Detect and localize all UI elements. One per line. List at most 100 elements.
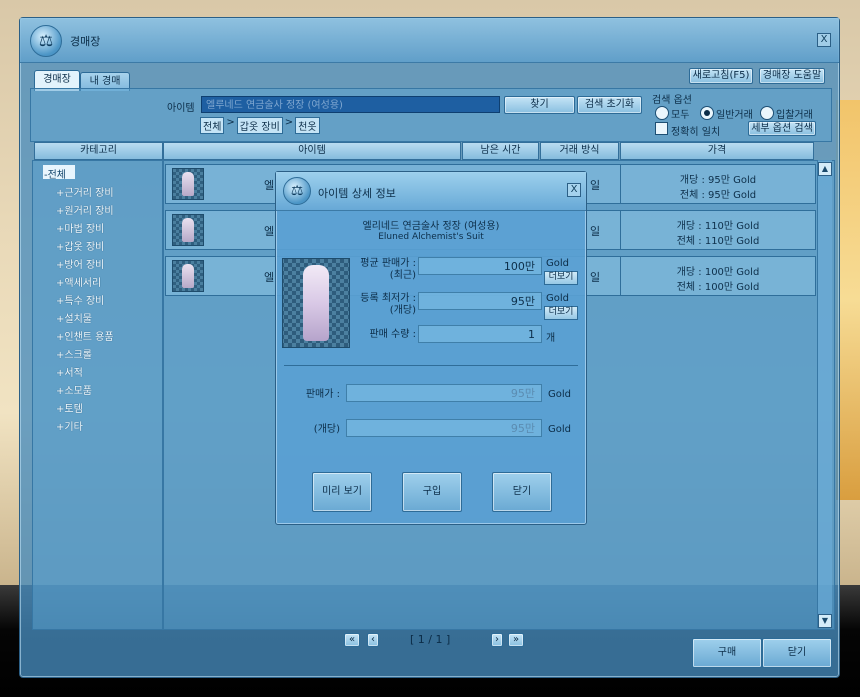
buy-button[interactable]: 구매 <box>692 638 762 668</box>
category-item-armor[interactable]: +갑옷 장비 <box>56 238 104 253</box>
item-thumbnail <box>172 168 204 200</box>
preview-button[interactable]: 미리 보기 <box>312 472 372 512</box>
item-name-kr: 엘리네드 연금술사 정장 (여성용) <box>362 221 500 232</box>
unit-price-field: 95만 <box>346 419 542 437</box>
close-button[interactable]: 닫기 <box>762 638 832 668</box>
row-price-total: 전체 : 100만 Gold <box>676 282 760 293</box>
avg-price-unit: Gold <box>546 258 569 269</box>
row-price-each: 개당 : 100만 Gold <box>676 267 760 278</box>
search-options-title: 검색 옵션 <box>652 95 692 106</box>
modal-close-action-button[interactable]: 닫기 <box>492 472 552 512</box>
avg-price-more-button[interactable]: 더보기 <box>544 271 578 285</box>
page-last-button[interactable]: » <box>508 633 524 647</box>
category-item-etc[interactable]: +기타 <box>56 418 83 433</box>
category-item-install[interactable]: +설치물 <box>56 310 92 325</box>
row-price-total: 전체 : 110만 Gold <box>676 236 760 247</box>
avg-price-label: 평균 판매가 : (최근) <box>352 258 416 282</box>
avg-price-label-line: 평균 판매가 : <box>360 258 416 269</box>
category-item-defense[interactable]: +방어 장비 <box>56 256 104 271</box>
page-first-button[interactable]: « <box>344 633 360 647</box>
window-title: 경매장 <box>70 35 101 48</box>
row-price-cell: 개당 : 110만 Gold 전체 : 110만 Gold <box>620 211 815 249</box>
window-titlebar[interactable]: ⚖ 경매장 X <box>20 18 839 63</box>
category-item-consumable[interactable]: +소모품 <box>56 382 92 397</box>
breadcrumb-sep: > <box>284 117 294 128</box>
row-price-each: 개당 : 110만 Gold <box>676 221 760 232</box>
row-price-each: 개당 : 95만 Gold <box>679 175 757 186</box>
header-trade-type[interactable]: 거래 방식 <box>540 142 619 160</box>
scroll-up-button[interactable]: ▲ <box>818 162 832 176</box>
exact-match-checkbox[interactable] <box>655 122 668 135</box>
purchase-button[interactable]: 구입 <box>402 472 462 512</box>
category-item-accessory[interactable]: +액세서리 <box>56 274 101 289</box>
category-header: 카테고리 <box>34 142 163 160</box>
sale-qty-label: 판매 수량 : <box>369 329 416 340</box>
registered-min-field: 95만 <box>418 292 542 310</box>
avg-price-field: 100만 <box>418 257 542 275</box>
radio-bid-label: 입찰거래 <box>776 110 813 121</box>
header-item[interactable]: 아이템 <box>163 142 461 160</box>
exact-match-label: 정확히 일치 <box>671 127 721 138</box>
suit-figure <box>303 265 329 341</box>
sell-price-unit: Gold <box>548 389 571 400</box>
sale-qty-field: 1 <box>418 325 542 343</box>
search-input[interactable]: 엘루네드 연금술사 정장 (여성용) <box>201 96 500 113</box>
page-next-button[interactable]: › <box>491 633 503 647</box>
breadcrumb-armor[interactable]: 갑옷 장비 <box>236 117 283 134</box>
category-item-ranged[interactable]: +원거리 장비 <box>56 202 114 217</box>
page-prev-button[interactable]: ‹ <box>367 633 379 647</box>
help-button[interactable]: 경매장 도움말 <box>759 68 825 84</box>
refresh-button[interactable]: 새로고침(F5) <box>689 68 753 84</box>
item-image <box>282 258 350 348</box>
modal-divider <box>284 365 578 366</box>
breadcrumb-all[interactable]: 전체 <box>200 117 225 134</box>
unit-price-label: (개당) <box>313 424 340 435</box>
unit-price-unit: Gold <box>548 424 571 435</box>
sale-qty-unit: 개 <box>546 333 556 344</box>
row-trade-type: 일 <box>590 225 601 238</box>
modal-title: 아이템 상세 정보 <box>318 187 396 200</box>
item-name-en: Eluned Alchemist's Suit <box>378 232 484 242</box>
scroll-down-button[interactable]: ▼ <box>818 614 832 628</box>
window-close-button[interactable]: X <box>817 33 831 47</box>
category-item-totem[interactable]: +토템 <box>56 400 83 415</box>
category-item-magic[interactable]: +마법 장비 <box>56 220 104 235</box>
breadcrumb-sep: > <box>226 117 235 128</box>
registered-min-label: 등록 최저가 : (개당) <box>352 293 416 317</box>
radio-general-trade[interactable] <box>700 106 714 120</box>
breadcrumb-cloth[interactable]: 천옷 <box>295 117 320 134</box>
item-detail-modal: ⚖ 아이템 상세 정보 X 엘리네드 연금술사 정장 (여성용) Eluned … <box>275 171 587 525</box>
row-price-total: 전체 : 95만 Gold <box>679 190 757 201</box>
registered-min-more-button[interactable]: 더보기 <box>544 306 578 320</box>
header-time-left[interactable]: 남은 시간 <box>462 142 539 160</box>
radio-bid-trade[interactable] <box>760 106 774 120</box>
category-item-melee[interactable]: +근거리 장비 <box>56 184 114 199</box>
breadcrumb: 전체 > 갑옷 장비 > 천옷 <box>200 117 320 134</box>
detail-search-button[interactable]: 세부 옵션 검색 <box>748 121 816 136</box>
category-item-special[interactable]: +특수 장비 <box>56 292 104 307</box>
scale-icon: ⚖ <box>283 177 311 205</box>
search-label: 아이템 <box>167 103 195 114</box>
reset-search-button[interactable]: 검색 초기화 <box>577 96 642 114</box>
radio-all-label: 모두 <box>671 110 690 121</box>
category-item-scroll[interactable]: +스크롤 <box>56 346 92 361</box>
list-scrollbar[interactable]: ▲ ▼ <box>817 160 832 628</box>
row-price-cell: 개당 : 100만 Gold 전체 : 100만 Gold <box>620 257 815 295</box>
radio-general-label: 일반거래 <box>716 110 753 121</box>
category-item-enchant[interactable]: +인챈트 용품 <box>56 328 114 343</box>
registered-min-unit: Gold <box>546 293 569 304</box>
radio-all[interactable] <box>655 106 669 120</box>
category-item-all[interactable]: -전체 <box>44 166 66 181</box>
modal-titlebar[interactable]: ⚖ 아이템 상세 정보 X <box>276 172 586 211</box>
find-button[interactable]: 찾기 <box>504 96 575 114</box>
row-trade-type: 일 <box>590 179 601 192</box>
registered-min-label-line: 등록 최저가 : <box>360 293 416 304</box>
modal-close-button[interactable]: X <box>567 183 581 197</box>
category-item-book[interactable]: +서적 <box>56 364 83 379</box>
header-price[interactable]: 가격 <box>620 142 814 160</box>
row-item-name: 엘 <box>264 271 275 284</box>
avg-price-label-sub: (최근) <box>389 270 416 281</box>
item-thumbnail <box>172 214 204 246</box>
registered-min-label-sub: (개당) <box>389 305 416 316</box>
row-item-name: 엘 <box>264 225 275 238</box>
